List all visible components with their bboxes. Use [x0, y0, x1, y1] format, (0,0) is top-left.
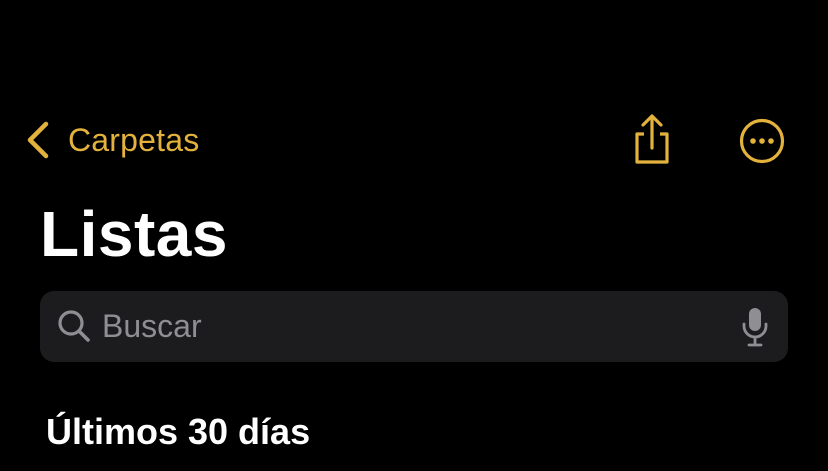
microphone-icon[interactable]	[740, 305, 770, 349]
more-options-button[interactable]	[736, 116, 788, 166]
back-button[interactable]: Carpetas	[24, 118, 199, 162]
search-field[interactable]	[40, 291, 788, 362]
ellipsis-circle-icon	[739, 118, 785, 164]
section-header: Últimos 30 días	[46, 411, 311, 452]
search-input[interactable]	[102, 291, 702, 362]
share-button[interactable]	[628, 112, 676, 168]
back-button-label: Carpetas	[68, 122, 200, 158]
notes-list-screen: Carpetas Listas Últ	[0, 0, 828, 471]
share-icon	[635, 114, 669, 164]
chevron-left-icon	[24, 118, 52, 162]
page-title: Listas	[40, 198, 228, 270]
magnifier-icon	[58, 310, 90, 342]
